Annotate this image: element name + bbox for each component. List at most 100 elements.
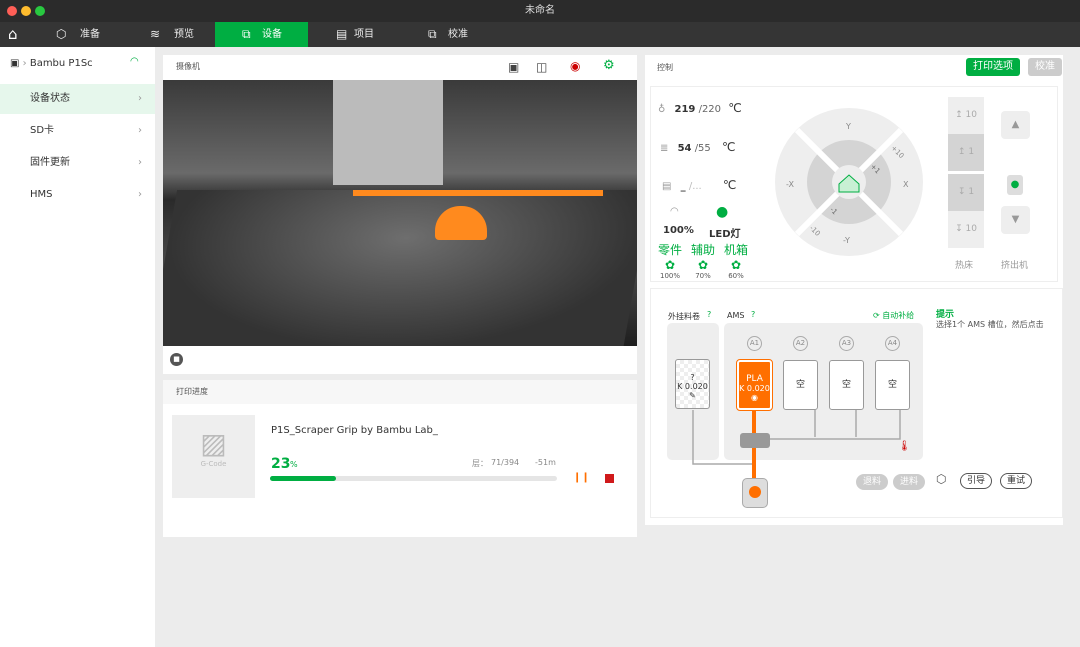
control-title: 控制	[657, 63, 673, 72]
extrude-up-button[interactable]: ▲	[1001, 111, 1030, 139]
tab-label: 校准	[448, 29, 468, 40]
chamber-icon: ▤	[662, 181, 672, 192]
camera-panel: 摄像机 ▣ ◫ ◉ ⚙ ■	[163, 55, 637, 374]
stop-stream-icon[interactable]: ■	[170, 353, 183, 366]
slot-type: PLA	[746, 374, 763, 384]
camera-settings-icon[interactable]: ⚙	[603, 58, 615, 73]
sidebar-item-label: SD卡	[30, 125, 55, 136]
bed-down-1-button[interactable]: ↧ 1	[948, 174, 984, 211]
bed-heat-icon: ≣	[660, 143, 669, 154]
bed-up-1-button[interactable]: ↥ 1	[948, 134, 984, 171]
guide-button[interactable]: 引导	[960, 473, 993, 489]
camera-header: 摄像机	[163, 55, 637, 79]
window-title: 未命名	[525, 5, 555, 16]
bed-temp[interactable]: ≣ 54 /55 ℃	[660, 140, 735, 154]
progress-percent: 23	[271, 456, 291, 472]
auto-refill-label: 自动补给	[882, 311, 915, 320]
nozzle-icon: ♁	[658, 104, 666, 115]
fan-label: 机箱	[723, 243, 748, 257]
camera-title: 摄像机	[176, 62, 200, 71]
jog-neg-x[interactable]: -X	[786, 180, 794, 189]
fan-icon: ✿	[697, 258, 709, 272]
jog-neg-y[interactable]: -Y	[843, 236, 850, 245]
gcode-thumbnail: ▨ G-Code	[172, 415, 255, 498]
speed-gauge-icon[interactable]: ◠	[670, 206, 679, 217]
tab-calibrate[interactable]: ⧉ 校准	[408, 22, 498, 47]
humidity-temp-icon: 🌡	[898, 441, 911, 452]
nozzle-settings-icon[interactable]: ⬡	[936, 472, 946, 486]
chamber-temp[interactable]: ▤ _ /... ℃	[662, 178, 736, 192]
load-button[interactable]: 进料	[893, 474, 926, 490]
printer-icon: ▣	[10, 58, 20, 69]
toolhead	[333, 80, 443, 185]
ams-slot-A4[interactable]: 空	[875, 360, 910, 410]
progress-panel: 打印进度 ▨ G-Code P1S_Scraper Grip by Bambu L…	[163, 380, 637, 537]
extruder-icon: ●	[1007, 175, 1023, 195]
minimize-button[interactable]	[21, 6, 31, 16]
home-icon[interactable]: ⌂	[8, 25, 18, 43]
zoom-button[interactable]	[35, 6, 45, 16]
jog-x[interactable]: X	[903, 180, 908, 189]
calibrate-button[interactable]: 校准	[1028, 58, 1062, 76]
tab-project[interactable]: ▤ 项目	[314, 22, 404, 47]
timelapse-icon[interactable]: ◫	[536, 60, 547, 74]
chevron-right-icon: ›	[138, 157, 142, 168]
unload-button[interactable]: 退料	[856, 474, 889, 490]
fan-chamber[interactable]: 机箱 ✿ 60%	[724, 241, 748, 280]
fan-part[interactable]: 零件 ✿ 100%	[658, 241, 682, 280]
sidebar-item-hms[interactable]: HMS ›	[0, 180, 155, 210]
percent-unit: %	[290, 460, 298, 469]
time-remaining: -51m	[535, 458, 556, 467]
sidebar-item-firmware[interactable]: 固件更新 ›	[0, 148, 155, 178]
tab-device[interactable]: ⧉ 设备	[215, 22, 308, 47]
bed-down-10-button[interactable]: ↧ 10	[948, 211, 984, 248]
led-bulb-icon[interactable]: ●	[716, 204, 728, 220]
slot-type: 空	[841, 380, 851, 390]
sd-record-icon[interactable]: ▣	[508, 60, 519, 74]
tab-prepare[interactable]: ⬡ 准备	[40, 22, 130, 47]
pause-icon[interactable]: ❙❙	[573, 472, 590, 483]
slot-k: K 0.020	[739, 384, 770, 393]
sidebar-item-label: HMS	[30, 189, 53, 200]
toolhead-icon	[742, 478, 768, 508]
ams-slot-A1[interactable]: PLA K 0.020 ◉	[736, 359, 773, 411]
layers-icon: ≋	[150, 27, 161, 41]
fan-label: 辅助	[690, 243, 715, 257]
slot-id-A3[interactable]: A3	[839, 336, 854, 351]
retry-button[interactable]: 重试	[1000, 473, 1033, 489]
tab-label: 预览	[174, 29, 194, 40]
slot-id-A1[interactable]: A1	[747, 336, 762, 351]
webcam-icon[interactable]: ◉	[570, 59, 580, 73]
sidebar-item-device-status[interactable]: 设备状态 ›	[0, 84, 155, 114]
camera-feed	[163, 80, 637, 346]
ams-slot-A2[interactable]: 空	[783, 360, 818, 410]
bed-step: 1	[968, 147, 975, 157]
thumbnail-label: G-Code	[200, 460, 227, 468]
print-options-button[interactable]: 打印选项	[966, 58, 1020, 76]
title-bar: 未命名	[0, 0, 1080, 22]
ams-slot-A3[interactable]: 空	[829, 360, 864, 410]
tab-preview[interactable]: ≋ 预览	[134, 22, 214, 47]
temp-unit: ℃	[721, 140, 736, 154]
calibrate-icon: ⧉	[428, 27, 437, 41]
stop-icon[interactable]	[605, 474, 614, 483]
slot-id-A2[interactable]: A2	[793, 336, 808, 351]
printer-selector[interactable]: ▣ › Bambu P1Sc	[10, 58, 93, 69]
progress-bar	[270, 476, 557, 481]
sidebar-item-sd-card[interactable]: SD卡 ›	[0, 116, 155, 146]
tab-bar: ⌂ ⬡ 准备 ≋ 预览 ⧉ 设备 ▤ 项目 ⧉ 校准	[0, 22, 1080, 47]
extrude-down-button[interactable]: ▼	[1001, 206, 1030, 234]
progress-header: 打印进度	[163, 380, 637, 404]
slot-id-A4[interactable]: A4	[885, 336, 900, 351]
help-icon[interactable]: ?	[751, 310, 755, 319]
fan-aux[interactable]: 辅助 ✿ 70%	[691, 241, 715, 280]
print-bed	[163, 190, 637, 346]
bed-up-10-button[interactable]: ↥ 10	[948, 97, 984, 134]
fan-label: 零件	[658, 243, 683, 257]
chamber-current: _	[680, 181, 686, 192]
help-icon[interactable]: ?	[707, 310, 711, 319]
close-button[interactable]	[7, 6, 17, 16]
jog-y[interactable]: Y	[846, 122, 851, 131]
nozzle-temp[interactable]: ♁ 219 /220 ℃	[658, 101, 742, 115]
progress-fill	[270, 476, 336, 481]
